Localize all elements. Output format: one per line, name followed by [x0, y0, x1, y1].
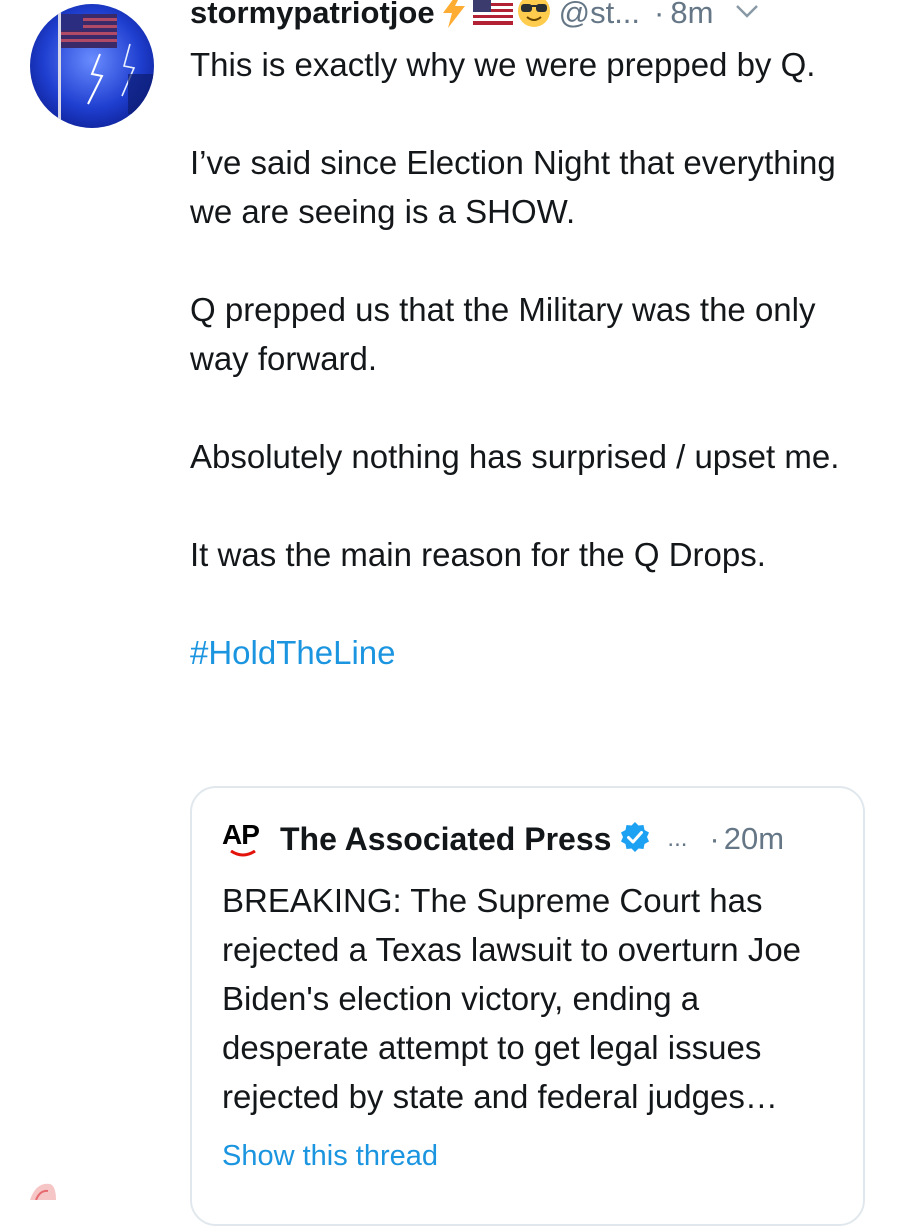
- quoted-timestamp[interactable]: 20m: [724, 821, 784, 857]
- lightning-emoji: [439, 0, 469, 33]
- tweet-paragraph: I’ve said since Election Night that ever…: [190, 144, 836, 230]
- quoted-account-name[interactable]: The Associated Press: [280, 821, 611, 858]
- tweet-text: This is exactly why we were prepped by Q…: [190, 40, 880, 677]
- chevron-down-icon[interactable]: [735, 4, 759, 23]
- show-thread-link[interactable]: Show this thread: [222, 1140, 438, 1173]
- timestamp[interactable]: 8m: [670, 0, 713, 31]
- username[interactable]: stormypatriotjoe: [190, 0, 435, 31]
- us-flag-emoji: [472, 0, 513, 30]
- ap-logo-text: AP: [222, 819, 260, 850]
- quoted-handle-truncated[interactable]: ...: [667, 825, 687, 853]
- tweet-paragraph: It was the main reason for the Q Drops.: [190, 536, 766, 573]
- partial-emoji-icon: [26, 1178, 60, 1205]
- tweet-header: stormypatriotjoe @st... · 8m: [190, 0, 870, 38]
- sunglasses-emoji: [517, 0, 551, 33]
- separator-dot: ·: [709, 821, 720, 856]
- quoted-tweet-card[interactable]: AP The Associated Press ... · 20m BREAKI…: [190, 786, 865, 1226]
- ap-logo-icon: AP: [222, 817, 266, 861]
- tweet-paragraph: This is exactly why we were prepped by Q…: [190, 46, 816, 83]
- handle[interactable]: @st...: [559, 0, 640, 31]
- avatar[interactable]: [30, 4, 154, 128]
- quoted-tweet-text: BREAKING: The Supreme Court has rejected…: [222, 882, 802, 1115]
- verified-badge-icon: [619, 821, 651, 858]
- tweet-paragraph: Q prepped us that the Military was the o…: [190, 291, 816, 377]
- tweet-paragraph: Absolutely nothing has surprised / upset…: [190, 438, 840, 475]
- separator-dot: ·: [654, 0, 665, 30]
- hashtag-link[interactable]: #HoldTheLine: [190, 628, 880, 677]
- tweet: stormypatriotjoe @st... · 8m This is exa…: [0, 0, 897, 1226]
- quoted-tweet-header: AP The Associated Press ... · 20m: [222, 814, 842, 864]
